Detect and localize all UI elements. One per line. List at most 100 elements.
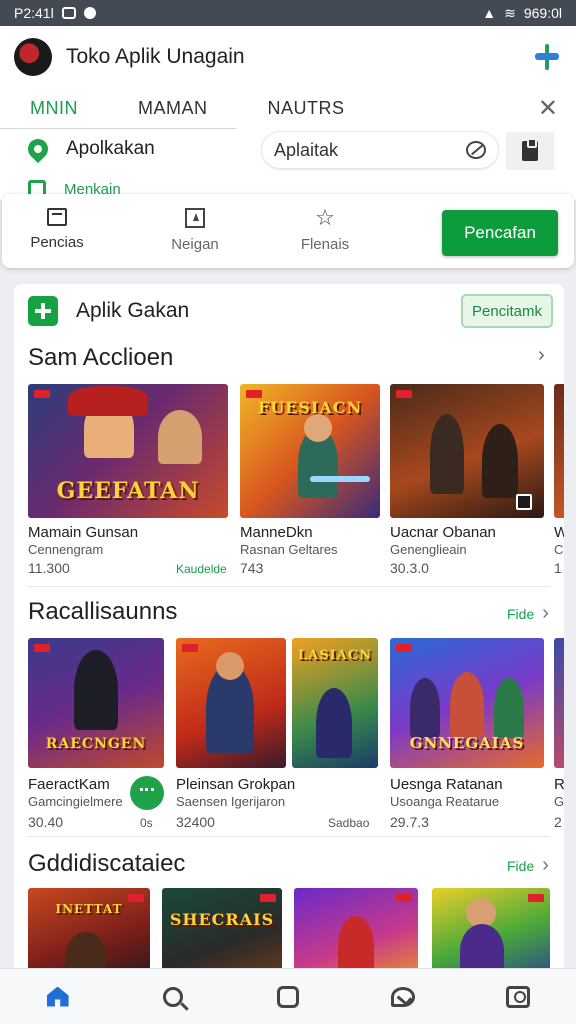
search-icon [162,986,183,1007]
app-logo-text: RAECNGEN [45,736,147,752]
app-logo-text: GEEFATAN [56,478,200,504]
card-action-button[interactable]: Pencitamk [461,294,553,328]
app-thumbnail: INETTAT [28,888,150,978]
clipboard-icon [522,138,538,161]
inbox-icon [47,208,67,226]
search-input[interactable]: Aplaitak [262,132,498,168]
app-thumbnail [554,638,564,768]
app-thumbnail: LASIACN [292,638,378,768]
see-more-label: Fide [507,857,535,874]
settings-status-icon [83,7,96,19]
app-card[interactable]: INETTAT [28,888,150,978]
chat-icon [391,986,416,1007]
pin-icon[interactable] [532,42,562,72]
primary-action-button[interactable]: Pencafan [442,210,558,256]
hat-art [68,386,148,416]
app-card[interactable]: R G 2 [554,638,564,838]
action-item-2-label: Neigan [171,236,219,253]
main-card: Aplik Gakan Pencitamk Sam Acclioen › GEE… [14,284,564,984]
chevron-right-icon: › [542,854,549,876]
tab-maman[interactable]: MAMAN [108,98,238,119]
status-right-text: 969:0l [523,5,562,21]
nav-search[interactable] [148,977,198,1017]
chevron-right-icon: › [542,602,549,624]
badge-icon [246,390,262,398]
shortcut-row: Apolkakan Menkain Aplaitak [0,128,576,200]
badge-icon [396,644,412,652]
see-more-link[interactable]: Fide › [507,854,549,877]
badge-icon [182,644,198,652]
tab-mnin[interactable]: MNIN [0,98,108,119]
app-card[interactable]: GEEFATAN Mamain Gunsan Cennengram 11.300… [28,384,228,584]
app-rating: 30.3.0 [390,560,429,576]
action-bar: Pencias Neigan ☆ Flenais Pencafan [2,194,574,268]
nav-messages[interactable] [378,977,428,1017]
signal-icon: ▲ [482,5,497,21]
avatar[interactable] [14,38,52,76]
app-developer: Usoanga Reatarue [390,794,500,809]
app-card[interactable]: GNNEGAIAS Uesnga Ratanan Usoanga Reataru… [390,638,544,838]
close-icon[interactable]: ✕ [538,94,558,123]
app-name: FaeractKam [28,776,110,793]
character-art [338,916,374,976]
character-art [430,414,464,494]
download-button[interactable] [130,776,164,810]
action-item-3-label: Flenais [300,236,350,253]
shortcut-primary[interactable]: Apolkakan [23,134,155,164]
app-thumbnail: GEEFATAN [28,384,228,518]
app-developer: G [554,794,564,809]
app-developer: Cennengram [28,542,104,557]
app-thumbnail [390,384,544,518]
character-art [158,410,202,464]
app-name: R [554,776,564,793]
clear-icon[interactable] [466,141,486,159]
app-card[interactable]: LASIACN Pleinsan Grokpan Saensen Igerija… [176,638,382,838]
app-rating: 32400 [176,814,215,830]
square-icon [276,985,299,1008]
app-rating: 1 [554,560,562,576]
nav-profile[interactable] [493,977,543,1017]
app-developer: Gamcingielmere [28,794,123,809]
status-bar: P2:41l ▲ ≋ 969:0l [0,0,576,26]
app-thumbnail [176,638,286,768]
nav-apps[interactable] [263,977,313,1017]
app-developer: Genenglieain [390,542,467,557]
character-art [74,650,118,730]
badge-icon [128,894,144,902]
app-name: Uesnga Ratanan [390,776,503,793]
app-thumbnail: GNNEGAIAS [390,638,544,768]
app-rating: 29.7.3 [390,814,429,830]
character-art [316,688,352,758]
see-more-link[interactable]: Fide › [507,602,549,625]
app-card[interactable]: Uacnar Obanan Genenglieain 30.3.0 [390,384,544,584]
app-thumbnail: SHECRAIS [162,888,282,978]
section-title-2: Racallisaunns [28,598,178,625]
character-art [450,672,484,738]
app-name: W [554,524,564,541]
app-card[interactable] [294,888,418,978]
nav-home[interactable] [33,977,83,1017]
badge-icon [34,644,50,652]
tab-bar: MNIN MAMAN NAUTRS ✕ [0,88,576,128]
badge-icon [34,390,50,398]
search-value: Aplaitak [274,139,339,160]
app-logo-text: FUESIACN [257,398,363,417]
app-card[interactable]: FUESIACN ManneDkn Rasnan Geltares 743 [240,384,380,584]
sword-art [310,476,370,482]
wifi-icon: ≋ [504,4,516,21]
app-developer: Saensen Igerijaron [176,794,286,809]
action-item-3[interactable]: ☆ Flenais [280,207,370,254]
app-extra: 0s [140,816,153,830]
chevron-right-icon[interactable]: › [538,344,545,367]
app-card[interactable] [432,888,550,978]
action-item-2[interactable]: Neigan [150,208,240,253]
badge-icon [396,390,412,398]
app-card[interactable]: SHECRAIS [162,888,282,978]
character-art [482,424,518,498]
plus-icon[interactable] [28,296,58,326]
clipboard-button[interactable] [506,132,554,170]
app-thumbnail [432,888,550,978]
tab-nautrs[interactable]: NAUTRS [238,98,375,119]
action-item-1[interactable]: Pencias [12,208,102,251]
app-card[interactable]: W C 1 [554,384,564,584]
